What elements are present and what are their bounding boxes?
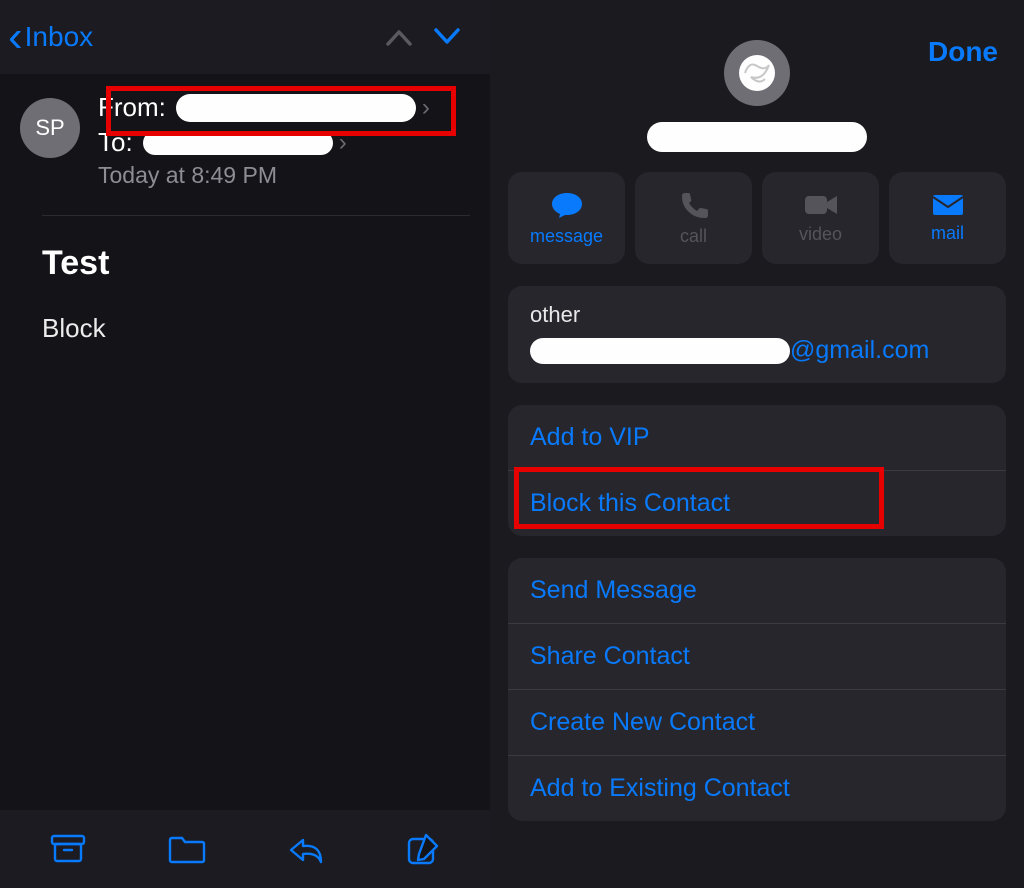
archive-button[interactable] — [50, 834, 86, 864]
email-field-label: other — [530, 302, 984, 328]
avatar-initials: SP — [35, 115, 64, 141]
contact-card-view: Done message call video — [490, 0, 1024, 888]
action-label: video — [799, 224, 842, 245]
scribble-icon — [735, 51, 779, 95]
divider — [42, 215, 470, 216]
chevron-up-icon — [386, 28, 412, 46]
chevron-right-icon: › — [339, 129, 347, 157]
folder-icon — [167, 834, 207, 864]
mail-message-view: ‹ Inbox SP From: › To: — [0, 0, 490, 888]
back-button[interactable]: ‹ Inbox — [8, 15, 93, 59]
email-card: other @gmail.com — [508, 286, 1006, 383]
compose-button[interactable] — [406, 832, 440, 866]
message-body: Block — [42, 313, 470, 344]
share-contact-button[interactable]: Share Contact — [508, 623, 1006, 689]
email-suffix: @gmail.com — [790, 336, 929, 365]
mail-header: ‹ Inbox — [0, 0, 490, 74]
call-action[interactable]: call — [635, 172, 752, 264]
contact-name — [490, 122, 1024, 152]
from-label: From: — [98, 92, 166, 123]
reply-icon — [287, 834, 325, 864]
block-contact-button[interactable]: Block this Contact — [508, 470, 1006, 536]
send-message-button[interactable]: Send Message — [508, 558, 1006, 623]
redacted-sender — [176, 94, 416, 122]
action-label: message — [530, 226, 603, 247]
timestamp: Today at 8:49 PM — [98, 162, 470, 189]
archive-icon — [50, 834, 86, 864]
redacted-contact-name — [647, 122, 867, 152]
email-row[interactable]: other @gmail.com — [508, 286, 1006, 383]
action-label: mail — [931, 223, 964, 244]
done-button[interactable]: Done — [928, 36, 998, 68]
vip-block-card: Add to VIP Block this Contact — [508, 405, 1006, 536]
action-label: call — [680, 226, 707, 247]
sender-avatar[interactable]: SP — [20, 98, 80, 158]
message-action[interactable]: message — [508, 172, 625, 264]
add-existing-contact-button[interactable]: Add to Existing Contact — [508, 755, 1006, 821]
chevron-left-icon: ‹ — [8, 15, 23, 59]
next-message-button[interactable] — [434, 28, 482, 46]
mail-toolbar — [0, 810, 490, 888]
create-new-contact-button[interactable]: Create New Contact — [508, 689, 1006, 755]
redacted-email-prefix — [530, 338, 790, 364]
mail-action[interactable]: mail — [889, 172, 1006, 264]
mail-icon — [931, 193, 965, 217]
reply-button[interactable] — [287, 834, 325, 864]
compose-icon — [406, 832, 440, 866]
message-header: SP From: › To: › Today at 8:49 PM — [0, 74, 490, 203]
contact-avatar[interactable] — [724, 40, 790, 106]
phone-icon — [679, 190, 709, 220]
from-row[interactable]: From: › — [98, 92, 470, 123]
contact-actions-card: Send Message Share Contact Create New Co… — [508, 558, 1006, 821]
add-to-vip-button[interactable]: Add to VIP — [508, 405, 1006, 470]
message-icon — [550, 190, 584, 220]
move-button[interactable] — [167, 834, 207, 864]
video-action[interactable]: video — [762, 172, 879, 264]
to-label: To: — [98, 127, 133, 158]
video-icon — [803, 192, 839, 218]
contact-action-row: message call video mail — [490, 172, 1024, 264]
to-row[interactable]: To: › — [98, 127, 470, 158]
chevron-down-icon — [434, 28, 460, 46]
prev-message-button[interactable] — [386, 28, 434, 46]
chevron-right-icon: › — [422, 94, 430, 122]
message-subject: Test — [42, 244, 470, 283]
back-label: Inbox — [25, 21, 94, 53]
redacted-recipient — [143, 131, 333, 155]
